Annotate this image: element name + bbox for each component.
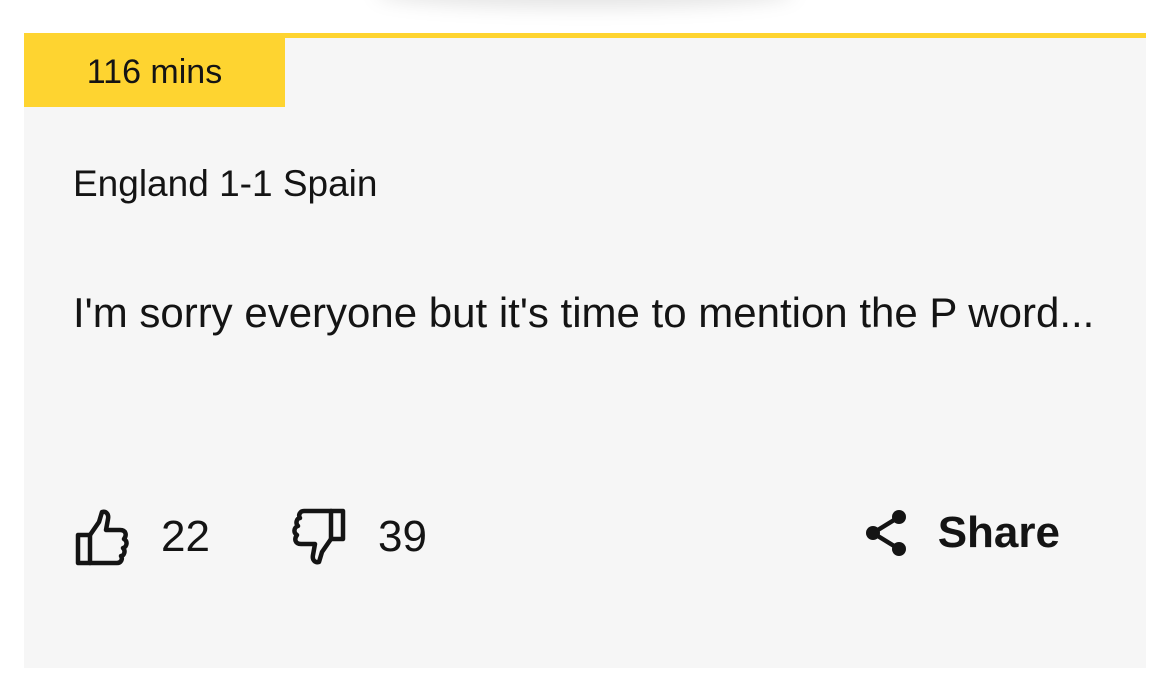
top-shadow bbox=[375, 0, 795, 8]
time-badge: 116 mins bbox=[24, 38, 285, 107]
thumbs-up-icon bbox=[75, 508, 129, 566]
like-button[interactable]: 22 bbox=[75, 508, 210, 566]
share-button[interactable]: Share bbox=[864, 508, 1060, 558]
thumbs-down-icon bbox=[292, 508, 346, 566]
live-post-screen: 116 mins England 1-1 Spain I'm sorry eve… bbox=[0, 0, 1170, 688]
share-label: Share bbox=[937, 508, 1060, 557]
post-body: I'm sorry everyone but it's time to ment… bbox=[73, 289, 1095, 336]
share-icon bbox=[864, 509, 908, 557]
like-count: 22 bbox=[161, 512, 210, 561]
dislike-button[interactable]: 39 bbox=[292, 508, 427, 566]
post-title: England 1-1 Spain bbox=[73, 163, 378, 204]
live-post-card: 116 mins England 1-1 Spain I'm sorry eve… bbox=[24, 33, 1146, 668]
dislike-count: 39 bbox=[378, 512, 427, 561]
